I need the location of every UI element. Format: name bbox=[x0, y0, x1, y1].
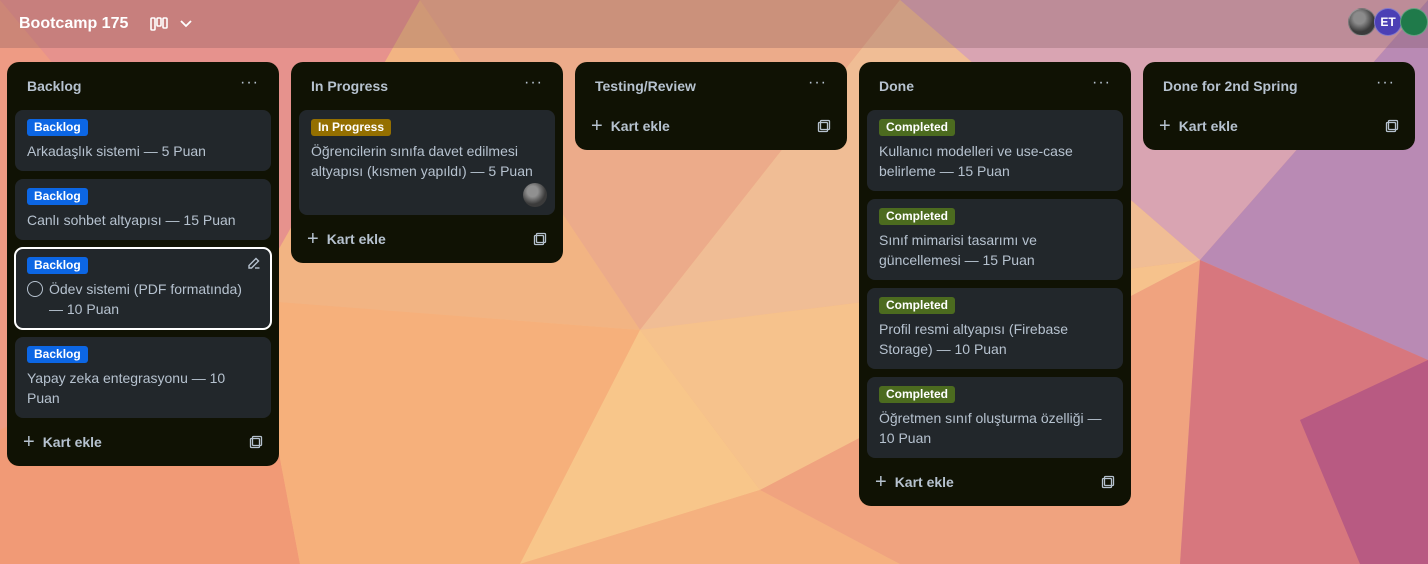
list-done: Done ··· Completed Kullanıcı modelleri v… bbox=[859, 62, 1131, 506]
card-label[interactable]: In Progress bbox=[311, 119, 392, 136]
card-title: Arkadaşlık sistemi — 5 Puan bbox=[27, 143, 206, 159]
member-avatar[interactable] bbox=[1348, 8, 1376, 36]
card[interactable]: Backlog Arkadaşlık sistemi — 5 Puan bbox=[15, 110, 271, 171]
list-header: Done ··· bbox=[867, 62, 1123, 110]
member-avatar[interactable]: ET bbox=[1374, 8, 1402, 36]
add-card-button[interactable]: + Kart ekle bbox=[1151, 110, 1407, 142]
template-icon[interactable] bbox=[817, 119, 831, 133]
more-icon[interactable]: ··· bbox=[1376, 74, 1395, 98]
complete-checkbox[interactable] bbox=[27, 281, 43, 297]
member-avatar[interactable] bbox=[1400, 8, 1428, 36]
list-header: Done for 2nd Spring ··· bbox=[1151, 62, 1407, 110]
more-icon[interactable]: ··· bbox=[1092, 74, 1111, 98]
list-title[interactable]: Testing/Review bbox=[595, 78, 696, 94]
list-header: Backlog ··· bbox=[15, 62, 271, 110]
card-title: Öğrencilerin sınıfa davet edilmesi altya… bbox=[311, 143, 533, 179]
card-title: Sınıf mimarisi tasarımı ve güncellemesi … bbox=[879, 232, 1037, 268]
template-icon[interactable] bbox=[533, 232, 547, 246]
card-title: Öğretmen sınıf oluşturma özelliği — 10 P… bbox=[879, 410, 1102, 446]
list-in-progress: In Progress ··· In Progress Öğrencilerin… bbox=[291, 62, 563, 263]
list-testing-review: Testing/Review ··· + Kart ekle bbox=[575, 62, 847, 150]
template-icon[interactable] bbox=[1101, 475, 1115, 489]
card-label[interactable]: Backlog bbox=[27, 346, 88, 363]
board-members: ET bbox=[1348, 8, 1428, 36]
list-header: Testing/Review ··· bbox=[583, 62, 839, 110]
add-card-label: Kart ekle bbox=[1178, 118, 1238, 134]
list-title[interactable]: Backlog bbox=[27, 78, 81, 94]
card-label[interactable]: Backlog bbox=[27, 257, 88, 274]
board-title[interactable]: Bootcamp 175 bbox=[19, 15, 128, 33]
template-icon[interactable] bbox=[1385, 119, 1399, 133]
more-icon[interactable]: ··· bbox=[524, 74, 543, 98]
list-title[interactable]: Done bbox=[879, 78, 914, 94]
card-title: Yapay zeka entegrasyonu — 10 Puan bbox=[27, 370, 226, 406]
card[interactable]: Backlog Ödev sistemi (PDF formatında) — … bbox=[14, 247, 272, 330]
edit-icon[interactable] bbox=[247, 256, 261, 275]
card[interactable]: Completed Sınıf mimarisi tasarımı ve gün… bbox=[867, 199, 1123, 280]
card-title: Canlı sohbet altyapısı — 15 Puan bbox=[27, 212, 236, 228]
card-member-avatar[interactable] bbox=[523, 183, 547, 207]
plus-icon: + bbox=[875, 471, 887, 493]
add-card-label: Kart ekle bbox=[326, 231, 386, 247]
template-icon[interactable] bbox=[249, 435, 263, 449]
add-card-button[interactable]: + Kart ekle bbox=[299, 223, 555, 255]
plus-icon: + bbox=[591, 115, 603, 137]
add-card-button[interactable]: + Kart ekle bbox=[15, 426, 271, 458]
list-title[interactable]: Done for 2nd Spring bbox=[1163, 78, 1298, 94]
card[interactable]: Completed Kullanıcı modelleri ve use-cas… bbox=[867, 110, 1123, 191]
card-title: Ödev sistemi (PDF formatında) — 10 Puan bbox=[49, 281, 242, 317]
list-done-2nd-spring: Done for 2nd Spring ··· + Kart ekle bbox=[1143, 62, 1415, 150]
card-label[interactable]: Backlog bbox=[27, 188, 88, 205]
card-title: Profil resmi altyapısı (Firebase Storage… bbox=[879, 321, 1069, 357]
board-view-switcher[interactable] bbox=[150, 17, 193, 31]
card-label[interactable]: Completed bbox=[879, 208, 956, 225]
card-label[interactable]: Backlog bbox=[27, 119, 88, 136]
card[interactable]: Completed Öğretmen sınıf oluşturma özell… bbox=[867, 377, 1123, 458]
card[interactable]: In Progress Öğrencilerin sınıfa davet ed… bbox=[299, 110, 555, 215]
plus-icon: + bbox=[307, 228, 319, 250]
card-title: Kullanıcı modelleri ve use-case belirlem… bbox=[879, 143, 1073, 179]
card[interactable]: Backlog Canlı sohbet altyapısı — 15 Puan bbox=[15, 179, 271, 240]
add-card-label: Kart ekle bbox=[894, 474, 954, 490]
card[interactable]: Backlog Yapay zeka entegrasyonu — 10 Pua… bbox=[15, 337, 271, 418]
board-header: Bootcamp 175 ET bbox=[0, 0, 1428, 48]
card-label[interactable]: Completed bbox=[879, 119, 956, 136]
more-icon[interactable]: ··· bbox=[240, 74, 259, 98]
list-header: In Progress ··· bbox=[299, 62, 555, 110]
add-card-button[interactable]: + Kart ekle bbox=[583, 110, 839, 142]
card-label[interactable]: Completed bbox=[879, 297, 956, 314]
plus-icon: + bbox=[1159, 115, 1171, 137]
add-card-label: Kart ekle bbox=[610, 118, 670, 134]
board-view-icon bbox=[150, 17, 169, 31]
add-card-label: Kart ekle bbox=[42, 434, 102, 450]
card-label[interactable]: Completed bbox=[879, 386, 956, 403]
list-backlog: Backlog ··· Backlog Arkadaşlık sistemi —… bbox=[7, 62, 279, 466]
list-title[interactable]: In Progress bbox=[311, 78, 388, 94]
chevron-down-icon bbox=[180, 20, 193, 28]
board-canvas: Backlog ··· Backlog Arkadaşlık sistemi —… bbox=[7, 62, 1415, 506]
card[interactable]: Completed Profil resmi altyapısı (Fireba… bbox=[867, 288, 1123, 369]
add-card-button[interactable]: + Kart ekle bbox=[867, 466, 1123, 498]
plus-icon: + bbox=[23, 431, 35, 453]
more-icon[interactable]: ··· bbox=[808, 74, 827, 98]
